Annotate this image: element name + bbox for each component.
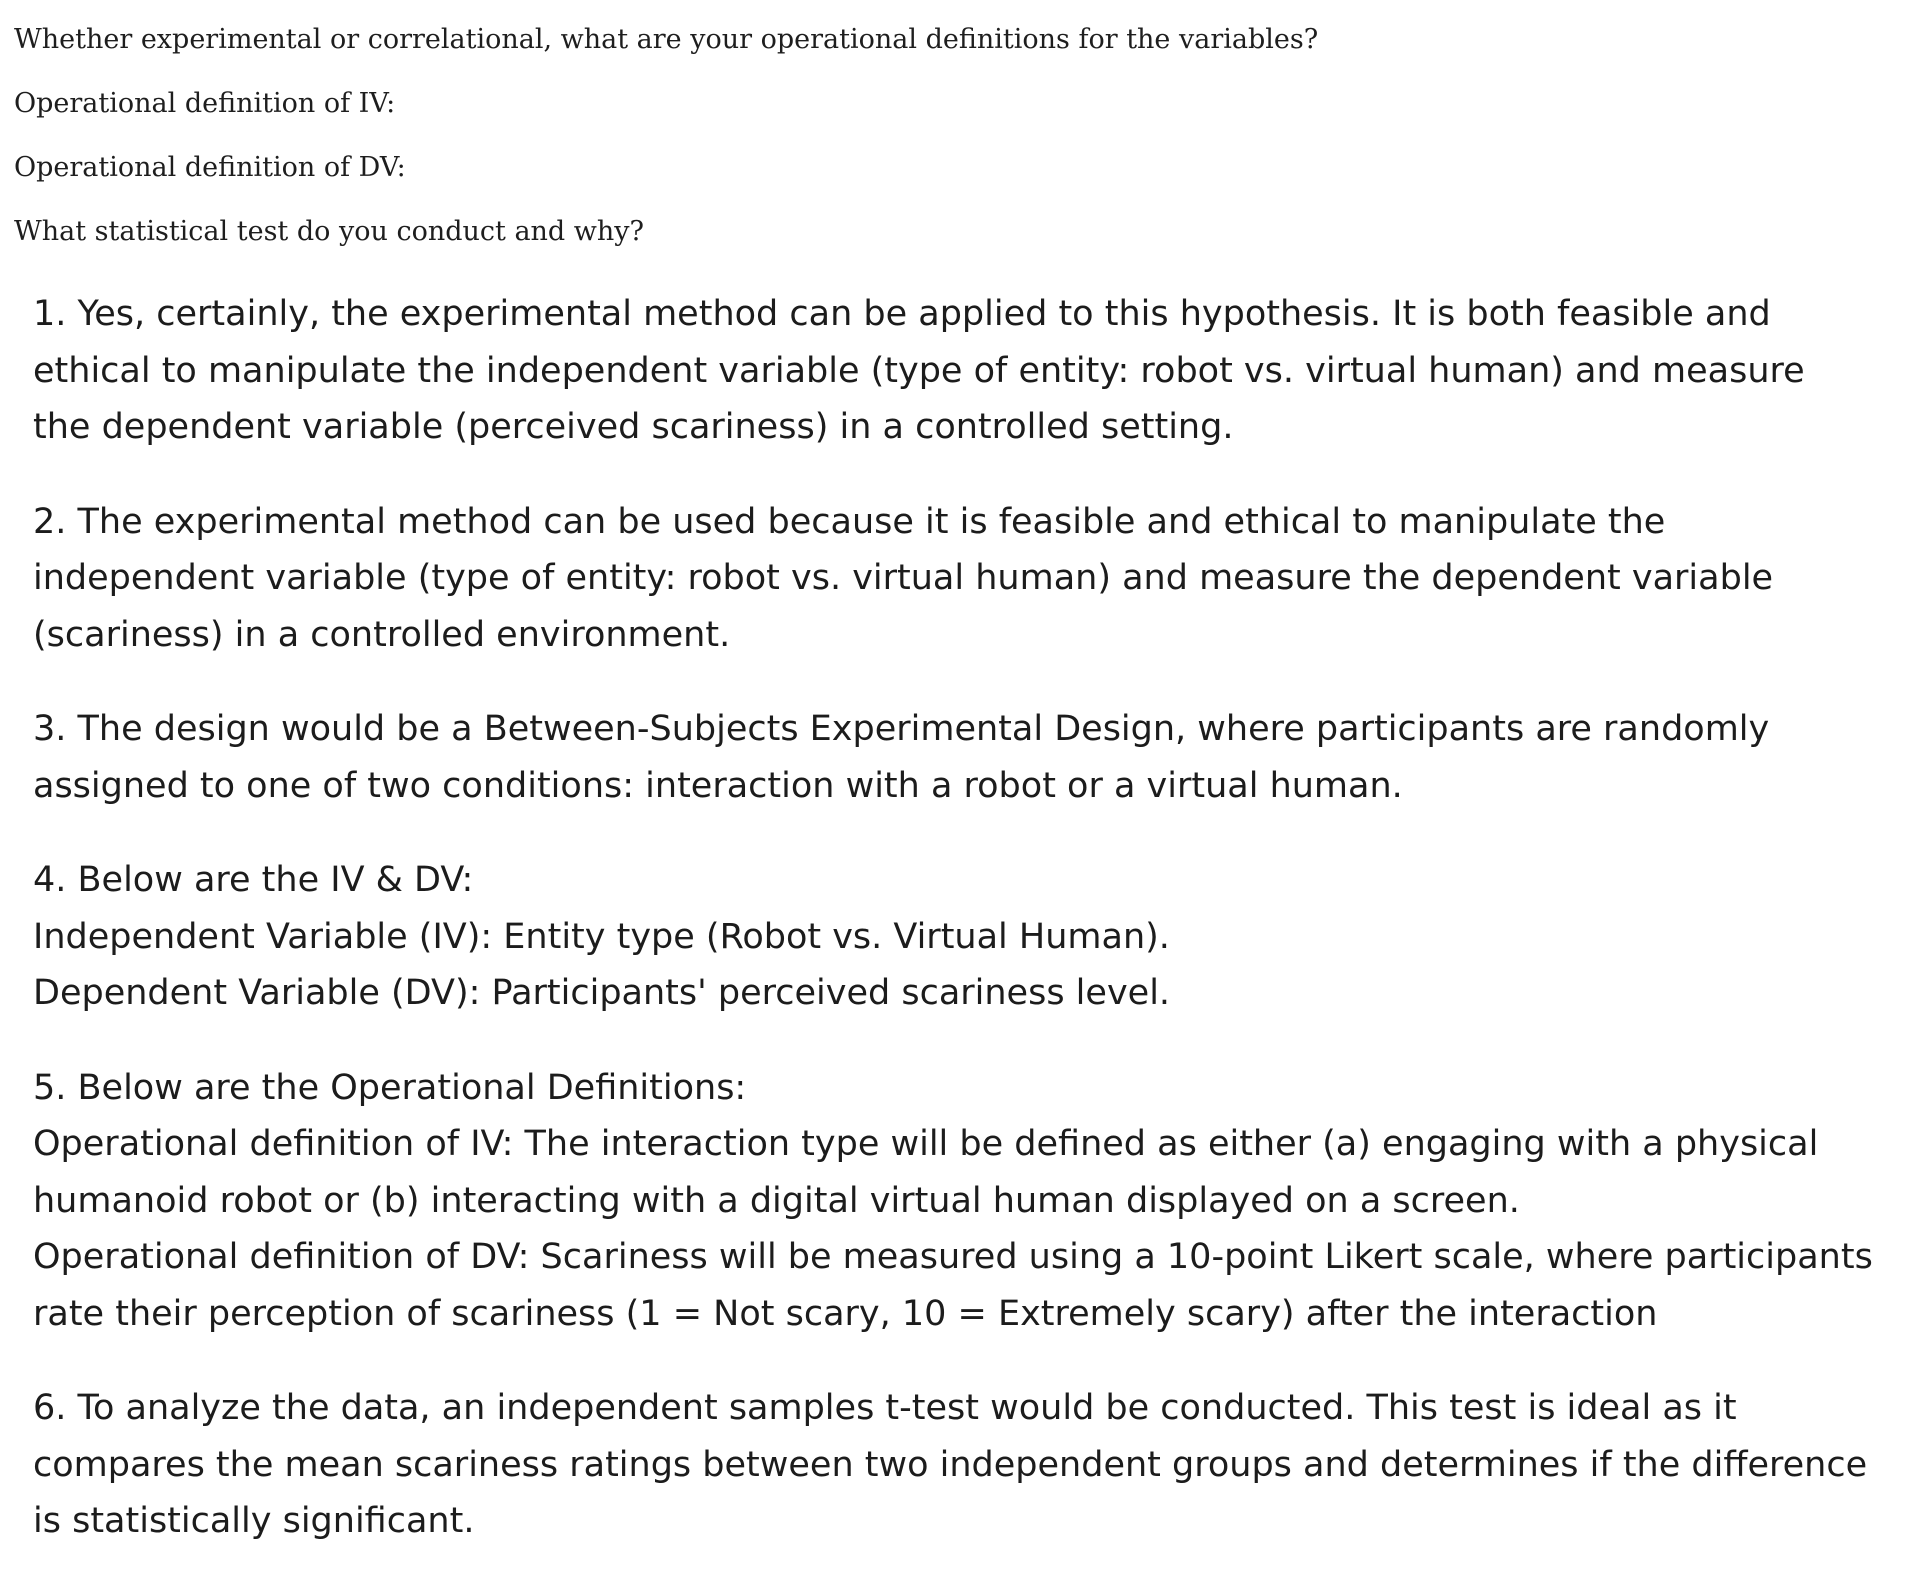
question-operational-definitions: Whether experimental or correlational, w…: [14, 24, 1319, 55]
question-statistical-test: What statistical test do you conduct and…: [14, 216, 645, 247]
answer-6: 6. To analyze the data, an independent s…: [33, 1388, 1868, 1541]
answer-4-iv: Independent Variable (IV): Entity type (…: [33, 916, 1170, 957]
answer-text: 1. Yes, certainly, the experimental meth…: [33, 286, 1873, 1588]
answer-1: 1. Yes, certainly, the experimental meth…: [33, 294, 1805, 447]
answer-4: 4. Below are the IV & DV: Independent Va…: [33, 852, 1873, 1022]
question-dv-definition: Operational definition of DV:: [14, 152, 406, 183]
answer-5-iv: Operational definition of IV: The intera…: [33, 1124, 1819, 1221]
question-prompts: Whether experimental or correlational, w…: [14, 18, 1874, 274]
answer-3: 3. The design would be a Between-Subject…: [33, 709, 1770, 806]
answer-4-dv: Dependent Variable (DV): Participants' p…: [33, 973, 1171, 1013]
answer-5-heading: 5. Below are the Operational Definitions…: [33, 1067, 747, 1108]
question-iv-definition: Operational definition of IV:: [14, 88, 396, 119]
answer-4-heading: 4. Below are the IV & DV:: [33, 860, 474, 900]
answer-5-dv: Operational definition of DV: Scariness …: [33, 1237, 1873, 1334]
answer-5: 5. Below are the Operational Definitions…: [33, 1060, 1873, 1343]
answer-2: 2. The experimental method can be used b…: [33, 501, 1774, 655]
